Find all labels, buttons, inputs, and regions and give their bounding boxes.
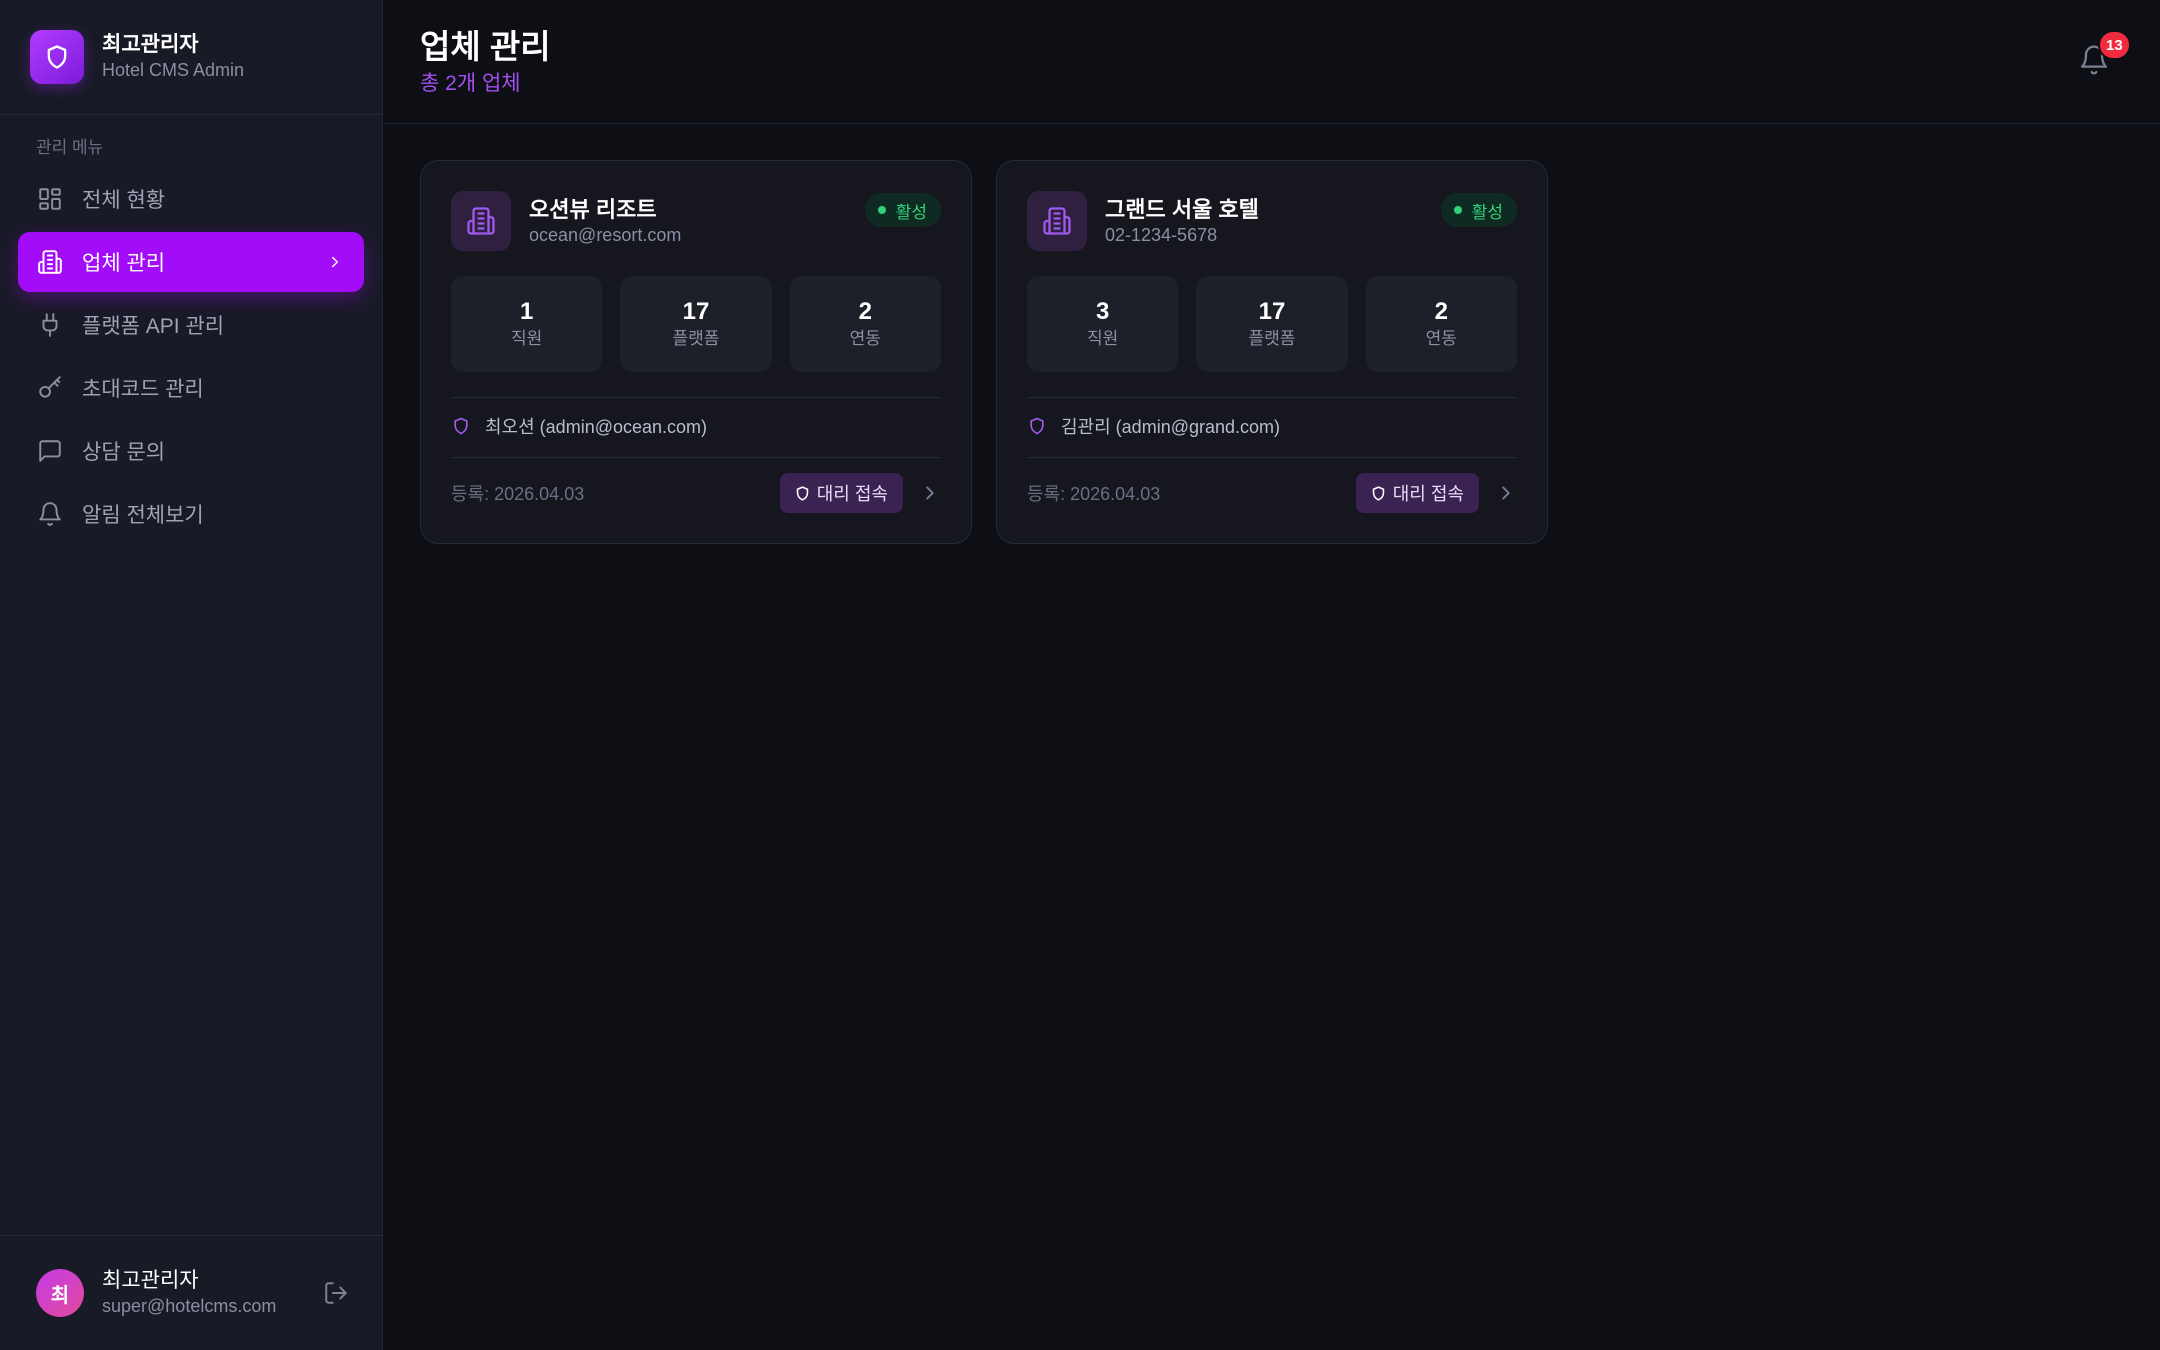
registered-date: 등록: 2026.04.03 bbox=[1027, 484, 1161, 504]
stat-label: 연동 bbox=[849, 329, 881, 348]
stat-label: 플랫폼 bbox=[1248, 329, 1296, 348]
stat-label: 연동 bbox=[1425, 329, 1457, 348]
logout-icon[interactable] bbox=[323, 1280, 349, 1306]
stat-value: 17 bbox=[682, 298, 710, 325]
stat-label: 직원 bbox=[1087, 329, 1119, 348]
hotel-card[interactable]: 오션뷰 리조트 ocean@resort.com 활성 1 직원 17 플랫폼 bbox=[420, 160, 972, 544]
stat-integrations: 2 연동 bbox=[1365, 276, 1517, 372]
divider bbox=[1027, 397, 1517, 398]
shield-icon bbox=[794, 485, 811, 502]
stat-value: 2 bbox=[858, 298, 872, 325]
proxy-login-button[interactable]: 대리 접속 bbox=[779, 473, 903, 513]
sidebar-menu: 전체 현황 업체 관리 플랫폼 API 관리 초대코드 관리 상담 문의 알림 … bbox=[0, 169, 382, 544]
status-label: 활성 bbox=[895, 202, 927, 222]
dashboard-grid-icon bbox=[36, 185, 64, 213]
proxy-login-label: 대리 접속 bbox=[1392, 484, 1464, 504]
plug-icon bbox=[36, 311, 64, 339]
stat-label: 플랫폼 bbox=[672, 329, 720, 348]
page-header: 업체 관리 총 2개 업체 13 bbox=[384, 0, 2160, 124]
chevron-right-icon[interactable] bbox=[1495, 482, 1517, 504]
stat-label: 직원 bbox=[511, 329, 543, 348]
sidebar-item-dashboard[interactable]: 전체 현황 bbox=[18, 169, 364, 229]
hotel-card[interactable]: 그랜드 서울 호텔 02-1234-5678 활성 3 직원 17 플랫폼 2 … bbox=[996, 160, 1548, 544]
user-profile: 최 최고관리자 super@hotelcms.com bbox=[0, 1235, 383, 1350]
building-icon bbox=[451, 191, 511, 251]
divider bbox=[451, 457, 941, 458]
user-email: super@hotelcms.com bbox=[102, 1296, 277, 1316]
divider bbox=[1027, 457, 1517, 458]
sidebar-item-hotels[interactable]: 업체 관리 bbox=[18, 232, 364, 292]
proxy-login-label: 대리 접속 bbox=[816, 484, 888, 504]
main-content: 업체 관리 총 2개 업체 13 오션뷰 리조트 ocean@resort.co… bbox=[384, 0, 2160, 1350]
stat-staff: 3 직원 bbox=[1027, 276, 1179, 372]
sidebar-item-label: 업체 관리 bbox=[82, 252, 166, 275]
brand-title: 최고관리자 bbox=[102, 33, 199, 56]
sidebar-item-label: 상담 문의 bbox=[82, 441, 166, 464]
message-icon bbox=[36, 437, 64, 465]
sidebar-item-label: 알림 전체보기 bbox=[82, 504, 204, 527]
shield-icon bbox=[451, 416, 471, 436]
hotel-card-list: 오션뷰 리조트 ocean@resort.com 활성 1 직원 17 플랫폼 bbox=[420, 160, 1548, 544]
brand-subtitle: Hotel CMS Admin bbox=[102, 60, 245, 80]
stat-value: 3 bbox=[1095, 298, 1110, 325]
card-footer: 등록: 2026.04.03 대리 접속 bbox=[1027, 473, 1517, 513]
sidebar-item-label: 초대코드 관리 bbox=[82, 378, 204, 401]
hotel-admin: 최오션 (admin@ocean.com) bbox=[451, 413, 941, 439]
user-name: 최고관리자 bbox=[102, 1269, 199, 1292]
sidebar-item-label: 전체 현황 bbox=[82, 189, 166, 212]
brand-header: 최고관리자 Hotel CMS Admin bbox=[0, 0, 382, 115]
chevron-right-icon[interactable] bbox=[919, 482, 941, 504]
divider bbox=[451, 397, 941, 398]
page-subtitle: 총 2개 업체 bbox=[420, 72, 521, 95]
shield-icon bbox=[30, 30, 84, 84]
stat-platforms: 17 플랫폼 bbox=[620, 276, 772, 372]
hotel-admin-text: 최오션 (admin@ocean.com) bbox=[485, 417, 708, 437]
key-icon bbox=[36, 374, 64, 402]
building-icon bbox=[36, 248, 64, 276]
hotel-stats: 3 직원 17 플랫폼 2 연동 bbox=[1027, 276, 1517, 372]
stat-staff: 1 직원 bbox=[451, 276, 603, 372]
avatar: 최 bbox=[36, 1269, 84, 1317]
sidebar-item-inquiries[interactable]: 상담 문의 bbox=[18, 421, 364, 481]
status-badge: 활성 bbox=[1440, 193, 1517, 227]
status-label: 활성 bbox=[1471, 202, 1503, 222]
notification-count-badge: 13 bbox=[2098, 30, 2131, 60]
sidebar: 최고관리자 Hotel CMS Admin 관리 메뉴 전체 현황 업체 관리 … bbox=[0, 0, 383, 1350]
hotel-admin-text: 김관리 (admin@grand.com) bbox=[1061, 417, 1281, 437]
stat-value: 17 bbox=[1258, 298, 1286, 325]
page-title: 업체 관리 bbox=[420, 28, 551, 65]
menu-caption: 관리 메뉴 bbox=[36, 138, 104, 157]
status-dot bbox=[1453, 206, 1462, 214]
stat-platforms: 17 플랫폼 bbox=[1196, 276, 1348, 372]
chevron-right-icon bbox=[326, 253, 344, 271]
shield-icon bbox=[1370, 485, 1387, 502]
status-dot bbox=[877, 206, 886, 214]
card-footer: 등록: 2026.04.03 대리 접속 bbox=[451, 473, 941, 513]
stat-integrations: 2 연동 bbox=[789, 276, 941, 372]
status-badge: 활성 bbox=[864, 193, 941, 227]
shield-icon bbox=[1027, 416, 1047, 436]
hotel-admin: 김관리 (admin@grand.com) bbox=[1027, 413, 1517, 439]
building-icon bbox=[1027, 191, 1087, 251]
sidebar-item-label: 플랫폼 API 관리 bbox=[82, 315, 225, 338]
bell-icon bbox=[36, 500, 64, 528]
notification-button[interactable]: 13 bbox=[2078, 30, 2131, 76]
sidebar-item-invite-codes[interactable]: 초대코드 관리 bbox=[18, 358, 364, 418]
stat-value: 1 bbox=[519, 298, 534, 325]
sidebar-item-notifications[interactable]: 알림 전체보기 bbox=[18, 484, 364, 544]
proxy-login-button[interactable]: 대리 접속 bbox=[1355, 473, 1479, 513]
registered-date: 등록: 2026.04.03 bbox=[451, 484, 585, 504]
hotel-stats: 1 직원 17 플랫폼 2 연동 bbox=[451, 276, 941, 372]
stat-value: 2 bbox=[1434, 298, 1448, 325]
sidebar-item-platform-api[interactable]: 플랫폼 API 관리 bbox=[18, 295, 364, 355]
